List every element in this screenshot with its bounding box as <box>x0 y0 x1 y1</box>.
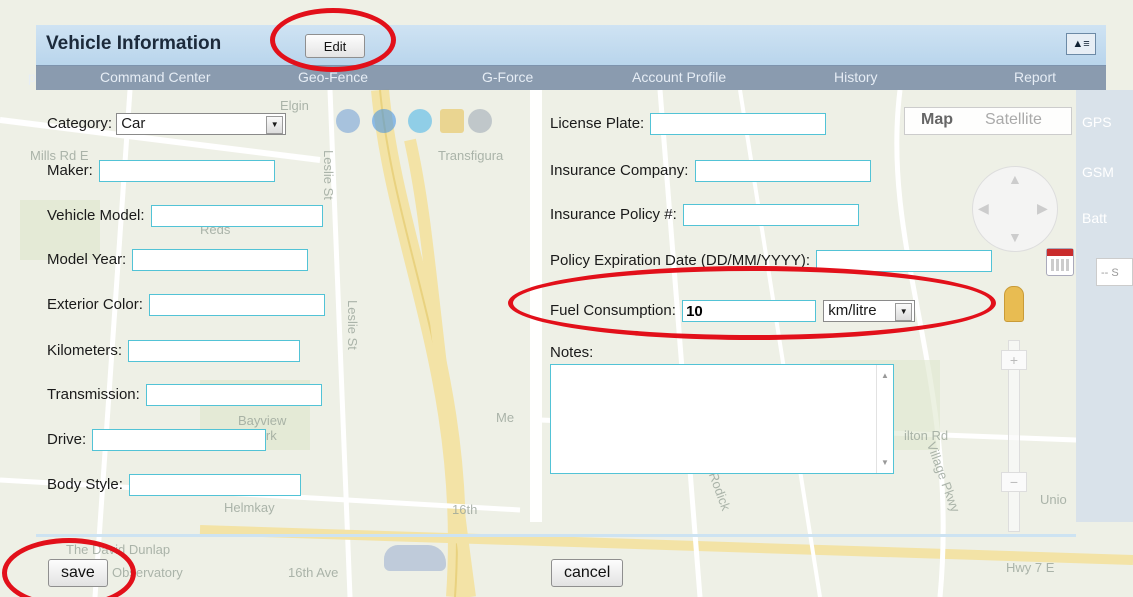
form-footer: save cancel <box>36 522 1076 597</box>
notes-scrollbar[interactable]: ▲ ▼ <box>876 365 893 473</box>
gsm-label: GSM <box>1082 164 1114 180</box>
fuel-unit-select[interactable]: km/litre ▼ <box>823 300 916 323</box>
insurance-policy-row: Insurance Policy #: <box>550 202 859 228</box>
window-title: Vehicle Information <box>46 33 222 54</box>
nav-item-command-center[interactable]: Command Center <box>100 69 211 85</box>
calendar-icon[interactable] <box>1046 248 1074 276</box>
fuel-consumption-input[interactable] <box>682 300 817 323</box>
body-style-input[interactable] <box>129 474 302 497</box>
exterior-color-row: Exterior Color: <box>47 292 326 318</box>
transmission-label: Transmission: <box>47 386 140 403</box>
policy-expiration-label: Policy Expiration Date (DD/MM/YYYY): <box>550 252 811 269</box>
status-side-panel: GPS GSM Batt -- S <box>1076 90 1133 522</box>
vehicle-model-row: Vehicle Model: <box>47 203 323 229</box>
footer-divider <box>36 534 1076 537</box>
kilometers-input[interactable] <box>128 340 301 363</box>
license-plate-input[interactable] <box>650 113 827 136</box>
fuel-unit-value: km/litre <box>828 302 877 320</box>
insurance-policy-input[interactable] <box>682 204 859 227</box>
notes-textarea[interactable]: ▲ ▼ <box>550 364 894 474</box>
nav-item-history[interactable]: History <box>834 69 878 85</box>
model-year-label: Model Year: <box>47 251 127 268</box>
vehicle-model-input[interactable] <box>150 205 323 228</box>
category-select[interactable]: Car ▼ <box>116 113 287 136</box>
nav-item-geo-fence[interactable]: Geo-Fence <box>298 69 368 85</box>
notes-label: Notes: <box>550 344 594 361</box>
maker-label: Maker: <box>47 162 93 179</box>
transmission-input[interactable] <box>145 384 322 407</box>
transmission-row: Transmission: <box>47 382 322 408</box>
fuel-consumption-label: Fuel Consumption: <box>550 302 676 319</box>
window-header: Vehicle Information Edit ▲≡ <box>36 25 1106 66</box>
cancel-button[interactable]: cancel <box>551 559 624 587</box>
scroll-up-icon[interactable]: ▲ <box>881 371 889 380</box>
nav-item-account-profile[interactable]: Account Profile <box>632 69 726 85</box>
column-divider <box>530 90 542 522</box>
policy-expiration-row: Policy Expiration Date (DD/MM/YYYY): <box>550 248 993 274</box>
drive-row: Drive: <box>47 427 267 453</box>
edit-button[interactable]: Edit <box>305 34 365 58</box>
vehicle-model-label: Vehicle Model: <box>47 207 145 224</box>
license-plate-label: License Plate: <box>550 115 645 132</box>
category-value: Car <box>121 115 146 133</box>
gps-label: GPS <box>1082 114 1112 130</box>
save-button[interactable]: save <box>48 559 108 587</box>
fuel-consumption-row: Fuel Consumption: km/litre ▼ <box>550 298 916 324</box>
collapse-icon[interactable]: ▲≡ <box>1066 33 1096 55</box>
kilometers-row: Kilometers: <box>47 338 301 364</box>
battery-label: Batt <box>1082 210 1107 226</box>
insurance-policy-label: Insurance Policy #: <box>550 206 677 223</box>
nav-item-g-force[interactable]: G-Force <box>482 69 533 85</box>
body-style-label: Body Style: <box>47 476 123 493</box>
insurance-company-row: Insurance Company: <box>550 158 871 184</box>
model-year-row: Model Year: <box>47 247 309 273</box>
drive-label: Drive: <box>47 431 87 448</box>
body-style-row: Body Style: <box>47 472 302 498</box>
screenshot-stage: Transfigura Leslie St Bayview Park Helmk… <box>0 0 1133 597</box>
policy-expiration-input[interactable] <box>816 250 993 273</box>
vehicle-info-form: Category: Car ▼ Maker: Vehicle Model: Mo… <box>36 90 1076 522</box>
scroll-down-icon[interactable]: ▼ <box>881 458 889 467</box>
kilometers-label: Kilometers: <box>47 342 123 359</box>
chevron-down-icon[interactable]: ▼ <box>895 303 913 322</box>
notes-row: Notes: <box>550 340 593 366</box>
exterior-color-label: Exterior Color: <box>47 296 143 313</box>
drive-input[interactable] <box>92 429 267 452</box>
insurance-company-input[interactable] <box>694 160 871 183</box>
insurance-company-label: Insurance Company: <box>550 162 689 179</box>
category-label: Category: <box>47 115 113 132</box>
nav-item[interactable]: p <box>28 69 36 85</box>
nav-item-report[interactable]: Report <box>1014 69 1056 85</box>
side-select[interactable]: -- S <box>1096 258 1133 286</box>
license-plate-row: License Plate: <box>550 111 827 137</box>
model-year-input[interactable] <box>132 249 309 272</box>
chevron-down-icon[interactable]: ▼ <box>266 116 284 135</box>
category-row: Category: Car ▼ <box>47 111 287 137</box>
exterior-color-input[interactable] <box>149 294 326 317</box>
main-nav: p Command Center Geo-Fence G-Force Accou… <box>28 65 1106 90</box>
maker-input[interactable] <box>99 160 276 183</box>
maker-row: Maker: <box>47 158 276 184</box>
